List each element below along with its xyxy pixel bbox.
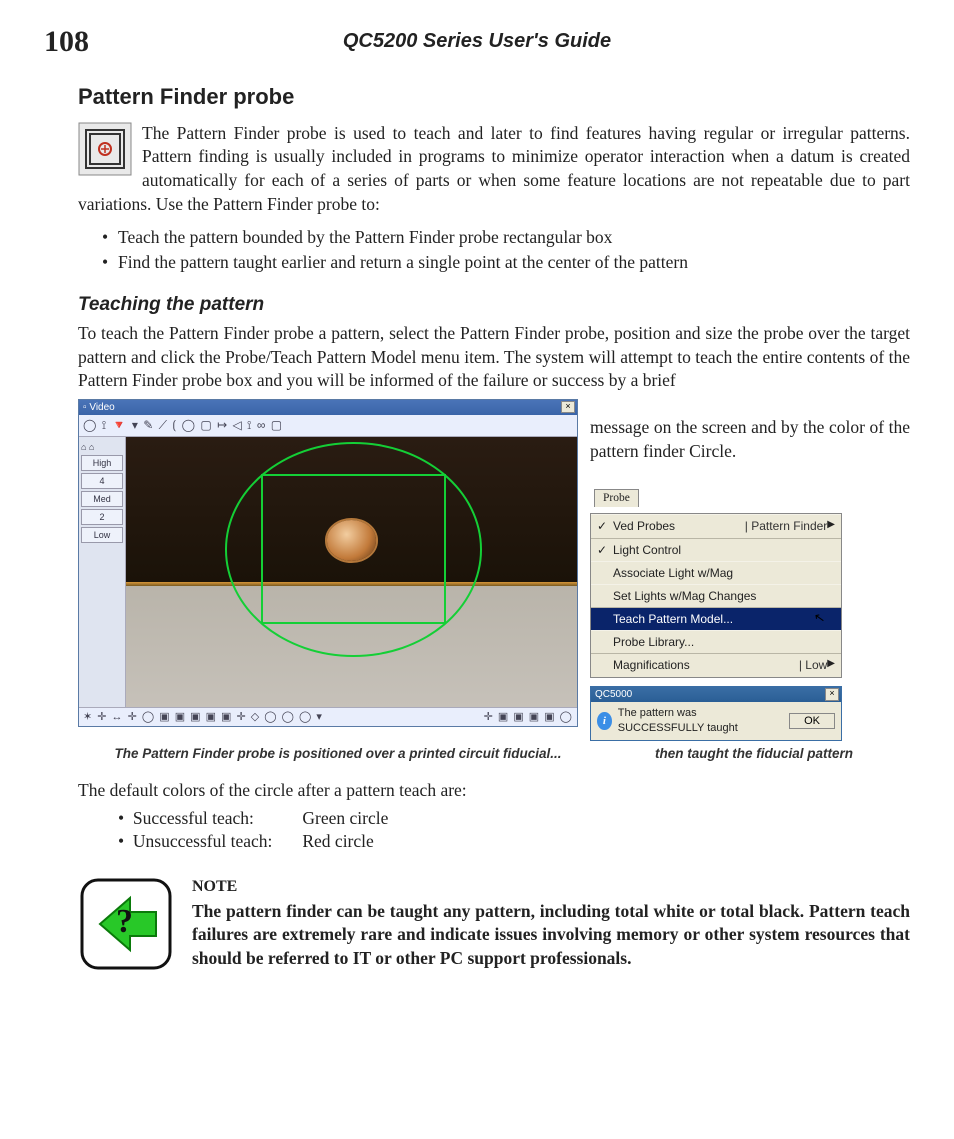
video-bottom-toolbar-right[interactable]: ✛ ▣ ▣ ▣ ▣ ◯: [484, 710, 573, 725]
menu-label: Set Lights w/Mag Changes: [613, 589, 756, 603]
intro-bullet: Find the pattern taught earlier and retu…: [102, 251, 910, 275]
menu-label: Light Control: [613, 543, 681, 557]
video-bottom-toolbar-left[interactable]: ✶ ✛ ↔ ✛ ◯ ▣ ▣ ▣ ▣ ▣ ✛ ◇ ◯ ◯ ◯ ▾: [83, 710, 323, 725]
menu-item-light-control[interactable]: Light Control: [591, 538, 841, 561]
teaching-paragraph-right: message on the screen and by the color o…: [590, 416, 910, 463]
video-view[interactable]: [126, 437, 577, 707]
subsection-title: Teaching the pattern: [78, 292, 910, 318]
teaching-paragraph: To teach the Pattern Finder probe a patt…: [78, 322, 910, 393]
menu-label: Magnifications: [613, 658, 690, 672]
video-window-title: ▫ Video: [83, 402, 115, 413]
menu-right-label: | Pattern Finder: [739, 518, 828, 534]
section-title: Pattern Finder probe: [78, 82, 910, 112]
ok-button[interactable]: OK: [789, 713, 835, 729]
note-label: NOTE: [192, 876, 910, 898]
video-top-toolbar[interactable]: ◯ ⟟ 🔻 ▾ ✎ ⟋ ⟮ ◯ ▢ ↦ ◁ ⟟ ∞ ▢: [79, 415, 577, 436]
color-defaults-table: • Successful teach: Green circle • Unsuc…: [118, 807, 398, 854]
sidebar-home-icons[interactable]: ⌂ ⌂: [81, 441, 123, 453]
mag-2-button[interactable]: 2: [81, 509, 123, 525]
intro-bullet: Teach the pattern bounded by the Pattern…: [102, 226, 910, 250]
close-icon[interactable]: ×: [825, 688, 839, 701]
cursor-icon: ↖: [813, 608, 827, 627]
menu-item-set-lights[interactable]: Set Lights w/Mag Changes: [591, 584, 841, 607]
mag-med-button[interactable]: Med: [81, 491, 123, 507]
menu-item-associate-light[interactable]: Associate Light w/Mag: [591, 561, 841, 584]
teach-result-color: Red circle: [282, 830, 398, 854]
menu-item-teach-pattern-model[interactable]: Teach Pattern Model... ↖: [591, 607, 841, 630]
chevron-right-icon: ▶: [827, 518, 835, 532]
defaults-lead: The default colors of the circle after a…: [78, 779, 910, 803]
menu-item-ved-probes[interactable]: Ved Probes ▶ | Pattern Finder: [591, 514, 841, 537]
page-number: 108: [44, 22, 89, 63]
mag-4-button[interactable]: 4: [81, 473, 123, 489]
probe-menu-tab[interactable]: Probe: [594, 489, 639, 508]
menu-label: Associate Light w/Mag: [613, 566, 733, 580]
dialog-message: The pattern was SUCCESSFULLY taught: [618, 706, 783, 736]
dialog-title: QC5000: [595, 689, 632, 700]
success-dialog: QC5000 × i The pattern was SUCCESSFULLY …: [590, 686, 842, 741]
video-sidebar[interactable]: ⌂ ⌂ High 4 Med 2 Low: [79, 437, 126, 707]
menu-item-probe-library[interactable]: Probe Library...: [591, 630, 841, 653]
mag-low-button[interactable]: Low: [81, 527, 123, 543]
table-row: • Successful teach: Green circle: [118, 807, 398, 831]
probe-menu: Ved Probes ▶ | Pattern Finder Light Cont…: [590, 513, 842, 677]
info-icon: i: [597, 712, 612, 730]
chevron-right-icon: ▶: [827, 657, 835, 671]
menu-label: Ved Probes: [613, 519, 675, 533]
svg-text:?: ?: [116, 903, 133, 940]
video-window: ▫ Video × ◯ ⟟ 🔻 ▾ ✎ ⟋ ⟮ ◯ ▢ ↦ ◁ ⟟ ∞ ▢ ⌂ …: [78, 399, 578, 728]
pattern-finder-icon: [78, 122, 132, 176]
close-icon[interactable]: ×: [561, 401, 575, 413]
intro-paragraph: The Pattern Finder probe is used to teac…: [78, 122, 910, 217]
teach-result-color: Green circle: [282, 807, 398, 831]
teach-result-label: Successful teach:: [133, 808, 254, 828]
note-text: The pattern finder can be taught any pat…: [192, 901, 910, 968]
menu-label: Teach Pattern Model...: [613, 612, 733, 626]
figure-caption-left: The Pattern Finder probe is positioned o…: [78, 745, 598, 763]
teach-result-label: Unsuccessful teach:: [133, 831, 272, 851]
note-icon: ?: [78, 876, 174, 979]
fiducial-target: [327, 520, 377, 561]
menu-item-magnifications[interactable]: Magnifications ▶ | Low: [591, 653, 841, 676]
mag-high-button[interactable]: High: [81, 455, 123, 471]
table-row: • Unsuccessful teach: Red circle: [118, 830, 398, 854]
figure-caption-right: then taught the fiducial pattern: [598, 745, 910, 763]
menu-label: Probe Library...: [613, 635, 694, 649]
document-title: QC5200 Series User's Guide: [44, 28, 910, 55]
menu-right-label: | Low: [793, 657, 827, 673]
